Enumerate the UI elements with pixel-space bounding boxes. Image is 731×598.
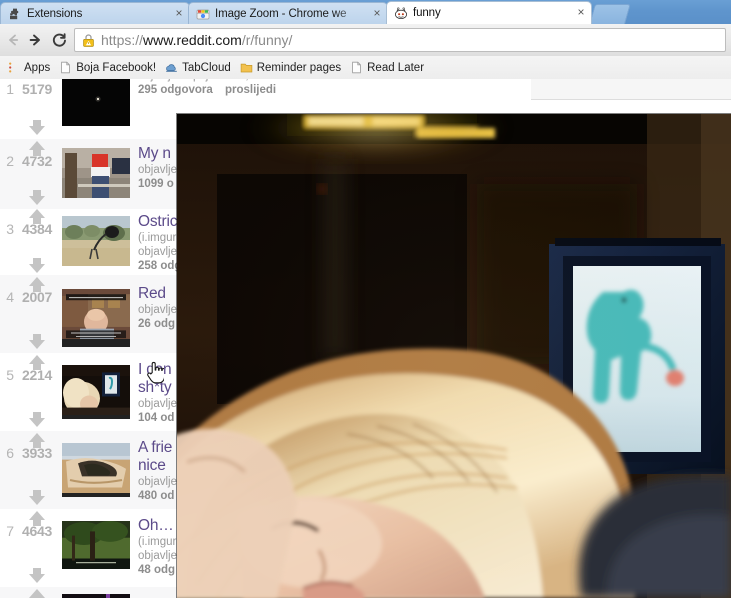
close-icon[interactable]: × [371, 7, 383, 20]
upvote-arrow-icon[interactable] [29, 209, 45, 224]
pointing-hand-cursor [146, 360, 166, 384]
reload-button[interactable] [48, 29, 70, 51]
post-rank: 4 [6, 289, 14, 305]
upvote-arrow-icon[interactable] [29, 355, 45, 370]
vote-arrows[interactable] [29, 139, 45, 209]
url-scheme: https:// [101, 32, 144, 48]
tab-funny[interactable]: funny × [386, 1, 592, 24]
tab-label: Extensions [27, 7, 83, 20]
bookmark-label: Apps [24, 61, 51, 74]
downvote-arrow-icon[interactable] [29, 490, 45, 505]
bookmark-label: Boja Facebook! [76, 61, 157, 74]
url-text: https://www.reddit.com/r/funny/ [101, 32, 292, 48]
post-comments-link[interactable]: 104 od [138, 412, 174, 424]
post-comments-link[interactable]: 1099 o [138, 178, 174, 190]
tab-strip: Extensions × Image Zoom - Chrome we × fu… [0, 0, 731, 24]
upvote-arrow-icon[interactable] [29, 277, 45, 292]
warning-lock-icon[interactable] [81, 33, 96, 48]
address-bar[interactable]: https://www.reddit.com/r/funny/ [74, 28, 726, 52]
post-entry: objavljeno prije 7 sati, korisnik Rudest… [138, 79, 600, 98]
upvote-arrow-icon[interactable] [29, 589, 45, 598]
forward-button[interactable] [24, 29, 46, 51]
tab-label: Image Zoom - Chrome we [215, 7, 347, 20]
upvote-arrow-icon[interactable] [29, 433, 45, 448]
post-thumbnail[interactable] [62, 148, 130, 198]
post-thumbnail[interactable] [62, 443, 130, 497]
zoomed-photo [177, 114, 731, 598]
forward-arrow-icon [29, 34, 40, 46]
vote-arrows[interactable] [29, 431, 45, 509]
vote-arrows[interactable] [29, 587, 45, 598]
apps-grid-icon [7, 61, 20, 74]
back-arrow-icon [9, 34, 19, 46]
back-button[interactable] [2, 29, 24, 51]
post-rank: 5 [6, 367, 14, 383]
bookmark-tabcloud[interactable]: TabCloud [162, 58, 237, 77]
reddit-alien-icon [394, 6, 408, 20]
post-rank: 3 [6, 221, 14, 237]
post-comments-link[interactable]: 295 odgovora [138, 84, 213, 96]
post-share-link[interactable]: proslijedi [225, 84, 276, 96]
post-rank: 2 [6, 153, 14, 169]
downvote-arrow-icon[interactable] [29, 258, 45, 273]
bookmark-label: TabCloud [182, 61, 231, 74]
post-thumbnail[interactable] [62, 365, 130, 419]
tab-label: funny [413, 7, 441, 19]
close-icon[interactable]: × [575, 6, 587, 19]
vote-arrows[interactable] [29, 275, 45, 353]
post-author-link[interactable]: RudestBuddhist [294, 79, 375, 82]
url-path: /r/funny/ [241, 32, 293, 48]
page-icon [350, 61, 363, 74]
post-comments-link[interactable]: 48 odg [138, 564, 175, 576]
downvote-arrow-icon[interactable] [29, 190, 45, 205]
post-thumbnail[interactable] [62, 521, 130, 569]
vote-arrows[interactable] [29, 79, 45, 139]
downvote-arrow-icon[interactable] [29, 568, 45, 583]
vote-arrows[interactable] [29, 509, 45, 587]
vote-arrows[interactable] [29, 353, 45, 431]
post-rank: 7 [6, 523, 14, 539]
post-comments-link[interactable]: 258 odg [138, 260, 181, 272]
chrome-webstore-icon [196, 7, 210, 21]
post-thumbnail[interactable] [62, 216, 130, 266]
bookmark-label: Reminder pages [256, 61, 342, 74]
post-rank: 6 [6, 445, 14, 461]
upvote-arrow-icon[interactable] [29, 511, 45, 526]
upvote-arrow-icon[interactable] [29, 141, 45, 156]
post-comments-link[interactable]: 26 odg [138, 318, 175, 330]
downvote-arrow-icon[interactable] [29, 120, 45, 135]
downvote-arrow-icon[interactable] [29, 334, 45, 349]
bookmark-label: Read Later [367, 61, 425, 74]
new-tab-button[interactable] [589, 4, 631, 24]
bookmark-read-later[interactable]: Read Later [347, 58, 430, 77]
post-thumbnail[interactable] [62, 594, 130, 598]
browser-window: Extensions × Image Zoom - Chrome we × fu… [0, 0, 731, 598]
reload-icon [52, 32, 66, 47]
bookmark-boja-facebook[interactable]: Boja Facebook! [56, 58, 162, 77]
tabcloud-icon [165, 61, 178, 74]
post-rank: 1 [6, 81, 14, 97]
image-zoom-overlay[interactable] [177, 114, 731, 598]
url-host: www.reddit.com [143, 32, 242, 48]
tab-extensions[interactable]: Extensions × [0, 2, 190, 24]
bookmarks-bar: Apps Boja Facebook! TabCloud Reminder pa… [0, 56, 731, 80]
post-thumbnail[interactable] [62, 79, 130, 126]
tab-image-zoom[interactable]: Image Zoom - Chrome we × [188, 2, 388, 24]
folder-icon [240, 61, 253, 74]
close-icon[interactable]: × [173, 7, 185, 20]
bookmark-reminder-pages[interactable]: Reminder pages [237, 58, 347, 77]
browser-toolbar: https://www.reddit.com/r/funny/ [0, 24, 731, 57]
post-comments-link[interactable]: 480 od [138, 490, 174, 502]
post-thumbnail[interactable] [62, 289, 130, 347]
page-icon [59, 61, 72, 74]
downvote-arrow-icon[interactable] [29, 412, 45, 427]
vote-arrows[interactable] [29, 207, 45, 277]
post-buttons: 295 odgovora proslijedi [138, 83, 600, 98]
puzzle-piece-icon [8, 7, 22, 21]
bookmark-apps[interactable]: Apps [4, 58, 56, 77]
